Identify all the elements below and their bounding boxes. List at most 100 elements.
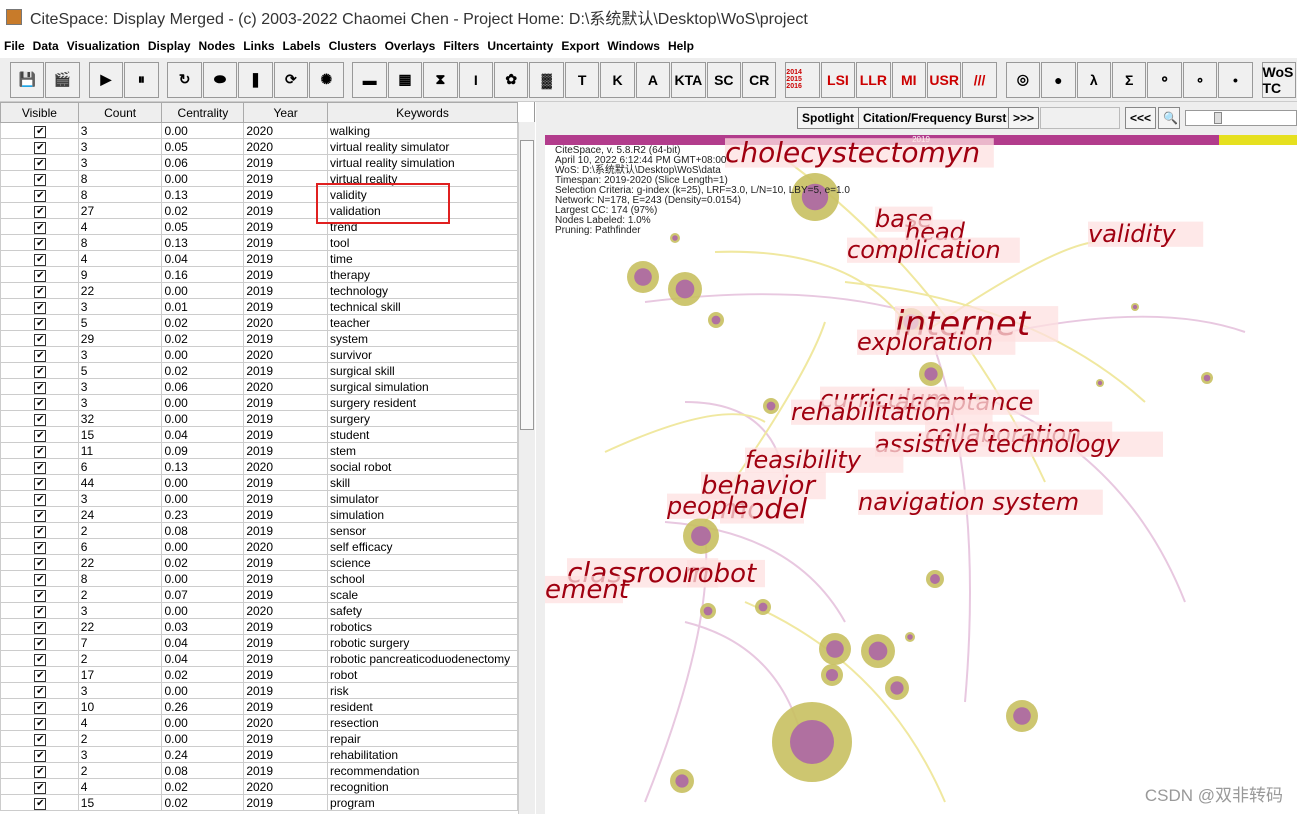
visible-checkbox[interactable]: ✔ xyxy=(34,718,47,730)
table-row[interactable]: ✔ 29 0.02 2019 system xyxy=(0,330,518,347)
visible-checkbox[interactable]: ✔ xyxy=(34,334,47,346)
toolbar-button-10[interactable]: ▦ xyxy=(387,61,423,98)
node-label[interactable]: complication xyxy=(847,236,1001,264)
visible-checkbox[interactable]: ✔ xyxy=(34,782,47,794)
menu-windows[interactable]: Windows xyxy=(603,36,664,56)
toolbar-button-8[interactable]: ✺ xyxy=(309,61,344,98)
toolbar-button-27[interactable]: ◎ xyxy=(1005,61,1041,98)
node-label[interactable]: assistive technology xyxy=(875,430,1121,458)
toolbar-button-24[interactable]: MI xyxy=(891,61,926,98)
visible-checkbox[interactable]: ✔ xyxy=(34,286,47,298)
node-label[interactable]: people xyxy=(666,492,748,520)
toolbar-button-25[interactable]: USR xyxy=(926,61,962,98)
visible-checkbox[interactable]: ✔ xyxy=(34,638,47,650)
visible-checkbox[interactable]: ✔ xyxy=(34,590,47,602)
visible-checkbox[interactable]: ✔ xyxy=(34,254,47,266)
visible-checkbox[interactable]: ✔ xyxy=(34,670,47,682)
toolbar-button-2[interactable]: ▶ xyxy=(88,61,124,98)
table-row[interactable]: ✔ 4 0.02 2020 recognition xyxy=(0,778,518,795)
visible-checkbox[interactable]: ✔ xyxy=(34,398,47,410)
toolbar-button-21[interactable]: 2014 2015 2016 xyxy=(785,61,820,98)
toolbar-button-18[interactable]: KTA xyxy=(671,61,706,98)
table-row[interactable]: ✔ 6 0.00 2020 self efficacy xyxy=(0,538,518,555)
toolbar-button-9[interactable]: ▬ xyxy=(352,61,387,98)
menu-labels[interactable]: Labels xyxy=(279,36,325,56)
menu-help[interactable]: Help xyxy=(664,36,698,56)
visible-checkbox[interactable]: ✔ xyxy=(34,414,47,426)
table-row[interactable]: ✔ 15 0.02 2019 program xyxy=(0,794,518,811)
table-row[interactable]: ✔ 22 0.03 2019 robotics xyxy=(0,618,518,635)
table-scrollbar[interactable] xyxy=(518,122,535,814)
toolbar-button-26[interactable]: /// xyxy=(962,61,997,98)
toolbar-button-6[interactable]: ❚ xyxy=(238,61,273,98)
table-row[interactable]: ✔ 3 0.00 2019 risk xyxy=(0,682,518,699)
toolbar-button-31[interactable]: ⚬ xyxy=(1147,61,1182,98)
table-row[interactable]: ✔ 5 0.02 2020 teacher xyxy=(0,314,518,331)
table-row[interactable]: ✔ 17 0.02 2019 robot xyxy=(0,666,518,683)
table-row[interactable]: ✔ 24 0.23 2019 simulation xyxy=(0,506,518,523)
visible-checkbox[interactable]: ✔ xyxy=(34,462,47,474)
visible-checkbox[interactable]: ✔ xyxy=(34,222,47,234)
table-row[interactable]: ✔ 3 0.00 2020 safety xyxy=(0,602,518,619)
visible-checkbox[interactable]: ✔ xyxy=(34,478,47,490)
table-row[interactable]: ✔ 9 0.16 2019 therapy xyxy=(0,266,518,283)
table-row[interactable]: ✔ 3 0.00 2020 survivor xyxy=(0,346,518,363)
toolbar-button-3[interactable]: ⏸ xyxy=(124,61,159,98)
visible-checkbox[interactable]: ✔ xyxy=(34,526,47,538)
split-pane-divider[interactable] xyxy=(536,102,545,814)
toolbar-button-17[interactable]: A xyxy=(635,61,671,98)
visible-checkbox[interactable]: ✔ xyxy=(34,382,47,394)
visible-checkbox[interactable]: ✔ xyxy=(34,142,47,154)
visible-checkbox[interactable]: ✔ xyxy=(34,174,47,186)
visible-checkbox[interactable]: ✔ xyxy=(34,366,47,378)
toolbar-button-22[interactable]: LSI xyxy=(820,61,856,98)
visible-checkbox[interactable]: ✔ xyxy=(34,654,47,666)
table-row[interactable]: ✔ 5 0.02 2019 surgical skill xyxy=(0,362,518,379)
toolbar-button-13[interactable]: ✿ xyxy=(494,61,529,98)
visible-checkbox[interactable]: ✔ xyxy=(34,494,47,506)
table-row[interactable]: ✔ 15 0.04 2019 student xyxy=(0,426,518,443)
toolbar-button-0[interactable]: 💾 xyxy=(10,61,45,98)
visible-checkbox[interactable]: ✔ xyxy=(34,350,47,362)
table-row[interactable]: ✔ 3 0.00 2019 surgery resident xyxy=(0,394,518,411)
menu-visualization[interactable]: Visualization xyxy=(63,36,144,56)
toolbar-button-29[interactable]: λ xyxy=(1076,61,1111,98)
visible-checkbox[interactable]: ✔ xyxy=(34,606,47,618)
menu-nodes[interactable]: Nodes xyxy=(195,36,240,56)
visible-checkbox[interactable]: ✔ xyxy=(34,558,47,570)
table-row[interactable]: ✔ 3 0.00 2020 walking xyxy=(0,122,518,139)
table-row[interactable]: ✔ 4 0.04 2019 time xyxy=(0,250,518,267)
column-header-visible[interactable]: Visible xyxy=(0,102,79,123)
visible-checkbox[interactable]: ✔ xyxy=(34,270,47,282)
visible-checkbox[interactable]: ✔ xyxy=(34,574,47,586)
table-row[interactable]: ✔ 3 0.01 2019 technical skill xyxy=(0,298,518,315)
visible-checkbox[interactable]: ✔ xyxy=(34,206,47,218)
column-header-year[interactable]: Year xyxy=(243,102,329,123)
table-row[interactable]: ✔ 32 0.00 2019 surgery xyxy=(0,410,518,427)
table-row[interactable]: ✔ 44 0.00 2019 skill xyxy=(0,474,518,491)
visible-checkbox[interactable]: ✔ xyxy=(34,542,47,554)
toolbar-button-14[interactable]: ▓ xyxy=(529,61,564,98)
menu-links[interactable]: Links xyxy=(239,36,278,56)
visible-checkbox[interactable]: ✔ xyxy=(34,126,47,138)
table-row[interactable]: ✔ 4 0.00 2020 resection xyxy=(0,714,518,731)
visible-checkbox[interactable]: ✔ xyxy=(34,766,47,778)
toolbar-button-4[interactable]: ↻ xyxy=(167,61,202,98)
visible-checkbox[interactable]: ✔ xyxy=(34,318,47,330)
table-row[interactable]: ✔ 3 0.05 2020 virtual reality simulator xyxy=(0,138,518,155)
toolbar-button-20[interactable]: CR xyxy=(742,61,777,98)
table-row[interactable]: ✔ 3 0.06 2020 surgical simulation xyxy=(0,378,518,395)
toolbar-button-15[interactable]: T xyxy=(564,61,600,98)
node-label[interactable]: feasibility xyxy=(745,446,862,474)
menu-clusters[interactable]: Clusters xyxy=(325,36,381,56)
toolbar-button-32[interactable]: ∘ xyxy=(1182,61,1218,98)
toolbar-button-1[interactable]: 🎬 xyxy=(45,61,80,98)
toolbar-button-33[interactable]: • xyxy=(1218,61,1253,98)
menu-overlays[interactable]: Overlays xyxy=(381,36,440,56)
menu-filters[interactable]: Filters xyxy=(439,36,483,56)
menu-uncertainty[interactable]: Uncertainty xyxy=(483,36,557,56)
toolbar-button-30[interactable]: Σ xyxy=(1111,61,1147,98)
visible-checkbox[interactable]: ✔ xyxy=(34,446,47,458)
table-row[interactable]: ✔ 7 0.04 2019 robotic surgery xyxy=(0,634,518,651)
visible-checkbox[interactable]: ✔ xyxy=(34,622,47,634)
